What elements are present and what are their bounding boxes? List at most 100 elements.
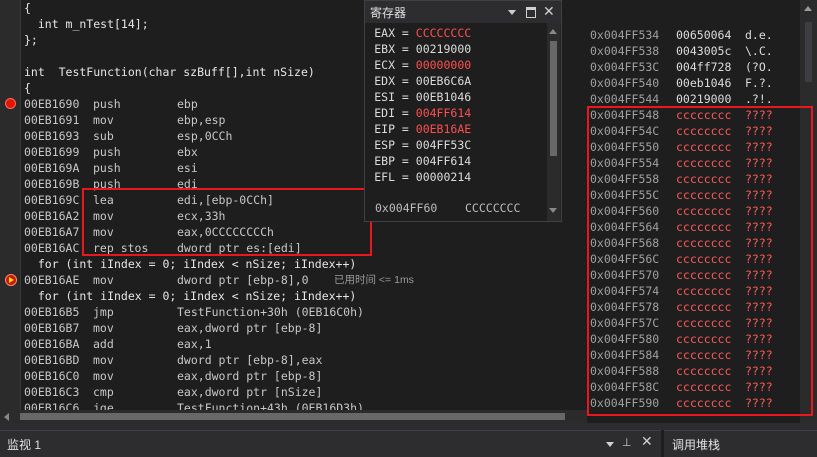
register-value[interactable]: 004FF614 bbox=[416, 106, 471, 120]
memory-row[interactable]: 0x004FF564 cccccccc???? bbox=[590, 219, 800, 235]
register-row[interactable]: ESP = 004FF53C bbox=[367, 137, 471, 153]
disassembly-line[interactable]: 00EB16B7 mov eax,dword ptr [ebp-8] bbox=[24, 320, 584, 336]
memory-address: 0x004FF588 bbox=[590, 364, 660, 378]
callstack-panel-header[interactable]: 调用堆栈 bbox=[664, 430, 817, 457]
current-instruction-arrow-icon[interactable] bbox=[5, 274, 17, 286]
memory-row[interactable]: 0x004FF58C cccccccc???? bbox=[590, 379, 800, 395]
instruction-mnemonic: lea bbox=[93, 193, 114, 207]
memory-row[interactable]: 0x004FF558 cccccccc???? bbox=[590, 171, 800, 187]
register-row[interactable]: EFL = 00000214 bbox=[367, 169, 471, 185]
disassembly-line[interactable]: 00EB16C0 mov eax,dword ptr [ebp-8] bbox=[24, 368, 584, 384]
memory-address: 0x004FF570 bbox=[590, 268, 660, 282]
register-row[interactable]: EAX = CCCCCCCC bbox=[367, 25, 471, 41]
maximize-icon[interactable] bbox=[526, 7, 536, 18]
register-value[interactable]: 00000214 bbox=[416, 170, 471, 184]
disassembly-line[interactable]: 00EB16A7 mov eax,0CCCCCCCCh bbox=[24, 224, 584, 240]
disassembly-line[interactable]: 00EB16BD mov dword ptr [ebp-8],eax bbox=[24, 352, 584, 368]
register-row[interactable]: EIP = 00EB16AE bbox=[367, 121, 471, 137]
memory-row[interactable]: 0x004FF540 00eb1046 F.?. bbox=[590, 75, 800, 91]
memory-row[interactable]: 0x004FF568 cccccccc???? bbox=[590, 235, 800, 251]
breakpoint-gutter[interactable] bbox=[0, 0, 20, 410]
register-row[interactable]: EDI = 004FF614 bbox=[367, 105, 471, 121]
memory-row[interactable]: 0x004FF550 cccccccc???? bbox=[590, 139, 800, 155]
source-line[interactable]: for (int iIndex = 0; iIndex < nSize; iIn… bbox=[24, 288, 584, 304]
memory-value: 0043005c bbox=[676, 44, 732, 58]
registers-vertical-scrollbar[interactable] bbox=[547, 23, 560, 221]
instruction-mnemonic: jge bbox=[93, 401, 114, 410]
instruction-operands: eax,0CCCCCCCCh bbox=[177, 225, 274, 239]
memory-row[interactable]: 0x004FF590 cccccccc???? bbox=[590, 395, 800, 411]
watch-panel-header[interactable]: 监视 1 ⊥ ✕ bbox=[0, 430, 661, 457]
watch-panel-title[interactable]: 监视 1 bbox=[7, 436, 41, 453]
register-value[interactable]: 00EB16AE bbox=[416, 122, 471, 136]
memory-row[interactable]: 0x004FF54C cccccccc???? bbox=[590, 123, 800, 139]
memory-row[interactable]: 0x004FF574 cccccccc???? bbox=[590, 283, 800, 299]
registers-window[interactable]: 寄存器 ✕ EAX = CCCCCCCC EBX = 00219000 ECX = … bbox=[364, 0, 562, 222]
scroll-left-icon[interactable] bbox=[4, 413, 9, 421]
register-row[interactable]: ESI = 00EB1046 bbox=[367, 89, 471, 105]
scroll-up-icon[interactable] bbox=[549, 29, 557, 34]
register-row[interactable]: EDX = 00EB6C6A bbox=[367, 73, 471, 89]
close-icon[interactable]: ✕ bbox=[641, 433, 653, 450]
memory-pane[interactable]: 0x004FF534 00650064 d.e. 0x004FF538 0043005c… bbox=[587, 0, 817, 425]
register-value[interactable]: 00219000 bbox=[416, 42, 471, 56]
register-row[interactable]: EBP = 004FF614 bbox=[367, 153, 471, 169]
memory-ascii: ???? bbox=[745, 140, 773, 154]
memory-value: cccccccc bbox=[676, 172, 732, 186]
disassembly-line[interactable]: 00EB16AC rep stos dword ptr es:[edi] bbox=[24, 240, 584, 256]
memory-row[interactable]: 0x004FF548 cccccccc???? bbox=[590, 107, 800, 123]
memory-row[interactable]: 0x004FF538 0043005c \.C. bbox=[590, 43, 800, 59]
register-value[interactable]: 004FF614 bbox=[416, 154, 471, 168]
panel-splitter[interactable] bbox=[0, 423, 817, 430]
scrollbar-thumb[interactable] bbox=[20, 413, 565, 420]
disassembly-line[interactable]: 00EB16B5 jmp TestFunction+30h (0EB16C0h) bbox=[24, 304, 584, 320]
close-icon[interactable]: ✕ bbox=[543, 2, 555, 20]
memory-row[interactable]: 0x004FF570 cccccccc???? bbox=[590, 267, 800, 283]
source-line[interactable]: for (int iIndex = 0; iIndex < nSize; iIn… bbox=[24, 256, 584, 272]
chevron-down-icon[interactable] bbox=[508, 10, 516, 15]
memory-vertical-scrollbar[interactable] bbox=[800, 0, 817, 425]
breakpoint-icon[interactable] bbox=[5, 98, 16, 109]
scrollbar-thumb[interactable] bbox=[805, 22, 812, 82]
memory-row[interactable]: 0x004FF56C cccccccc???? bbox=[590, 251, 800, 267]
pin-icon[interactable]: ⊥ bbox=[622, 436, 632, 449]
memory-row[interactable]: 0x004FF578 cccccccc???? bbox=[590, 299, 800, 315]
register-value[interactable]: 00EB1046 bbox=[416, 90, 471, 104]
disassembly-line[interactable]: 00EB16AE mov dword ptr [ebp-8],0 已用时间 <= 1m… bbox=[24, 272, 584, 288]
memory-row[interactable]: 0x004FF554 cccccccc???? bbox=[590, 155, 800, 171]
memory-row[interactable]: 0x004FF57C cccccccc???? bbox=[590, 315, 800, 331]
memory-row[interactable]: 0x004FF544 00219000.?!. bbox=[590, 91, 800, 107]
source-text: { bbox=[24, 81, 31, 95]
register-value[interactable]: 004FF53C bbox=[416, 138, 471, 152]
memory-row[interactable]: 0x004FF588 cccccccc???? bbox=[590, 363, 800, 379]
chevron-down-icon[interactable] bbox=[606, 442, 614, 447]
memory-row[interactable]: 0x004FF560 cccccccc???? bbox=[590, 203, 800, 219]
scroll-down-icon[interactable] bbox=[549, 208, 557, 213]
disassembly-line[interactable]: 00EB16C6 jge TestFunction+43h (0EB16D3h) bbox=[24, 400, 584, 410]
register-value[interactable]: 00000000 bbox=[416, 58, 471, 72]
register-value[interactable]: 00EB6C6A bbox=[416, 74, 471, 88]
disassembly-line[interactable]: 00EB16BA add eax,1 bbox=[24, 336, 584, 352]
scrollbar-thumb[interactable] bbox=[550, 41, 557, 156]
registers-partial-line: 0x004FF60 CCCCCCCC bbox=[375, 201, 521, 215]
memory-row[interactable]: 0x004FF53C 004ff728 (?O. bbox=[590, 59, 800, 75]
memory-address: 0x004FF580 bbox=[590, 332, 660, 346]
registers-title: 寄存器 bbox=[370, 6, 407, 20]
disassembly-line[interactable]: 00EB16C3 cmp eax,dword ptr [nSize] bbox=[24, 384, 584, 400]
memory-row[interactable]: 0x004FF584 cccccccc???? bbox=[590, 347, 800, 363]
memory-row[interactable]: 0x004FF580 cccccccc???? bbox=[590, 331, 800, 347]
disassembly-horizontal-scrollbar[interactable] bbox=[0, 410, 587, 423]
registers-title-bar[interactable]: 寄存器 ✕ bbox=[365, 1, 561, 23]
register-row[interactable]: EBX = 00219000 bbox=[367, 41, 471, 57]
register-equals: = bbox=[395, 122, 416, 136]
memory-value: cccccccc bbox=[676, 236, 732, 250]
register-value[interactable]: CCCCCCCC bbox=[416, 26, 471, 40]
memory-value: cccccccc bbox=[676, 300, 732, 314]
memory-value: cccccccc bbox=[676, 348, 732, 362]
scroll-up-icon[interactable] bbox=[804, 6, 812, 11]
register-row[interactable]: ECX = 00000000 bbox=[367, 57, 471, 73]
instruction-operands: eax,1 bbox=[177, 337, 212, 351]
memory-row[interactable]: 0x004FF534 00650064 d.e. bbox=[590, 27, 800, 43]
memory-row[interactable]: 0x004FF55C cccccccc???? bbox=[590, 187, 800, 203]
callstack-panel-title[interactable]: 调用堆栈 bbox=[672, 436, 720, 453]
